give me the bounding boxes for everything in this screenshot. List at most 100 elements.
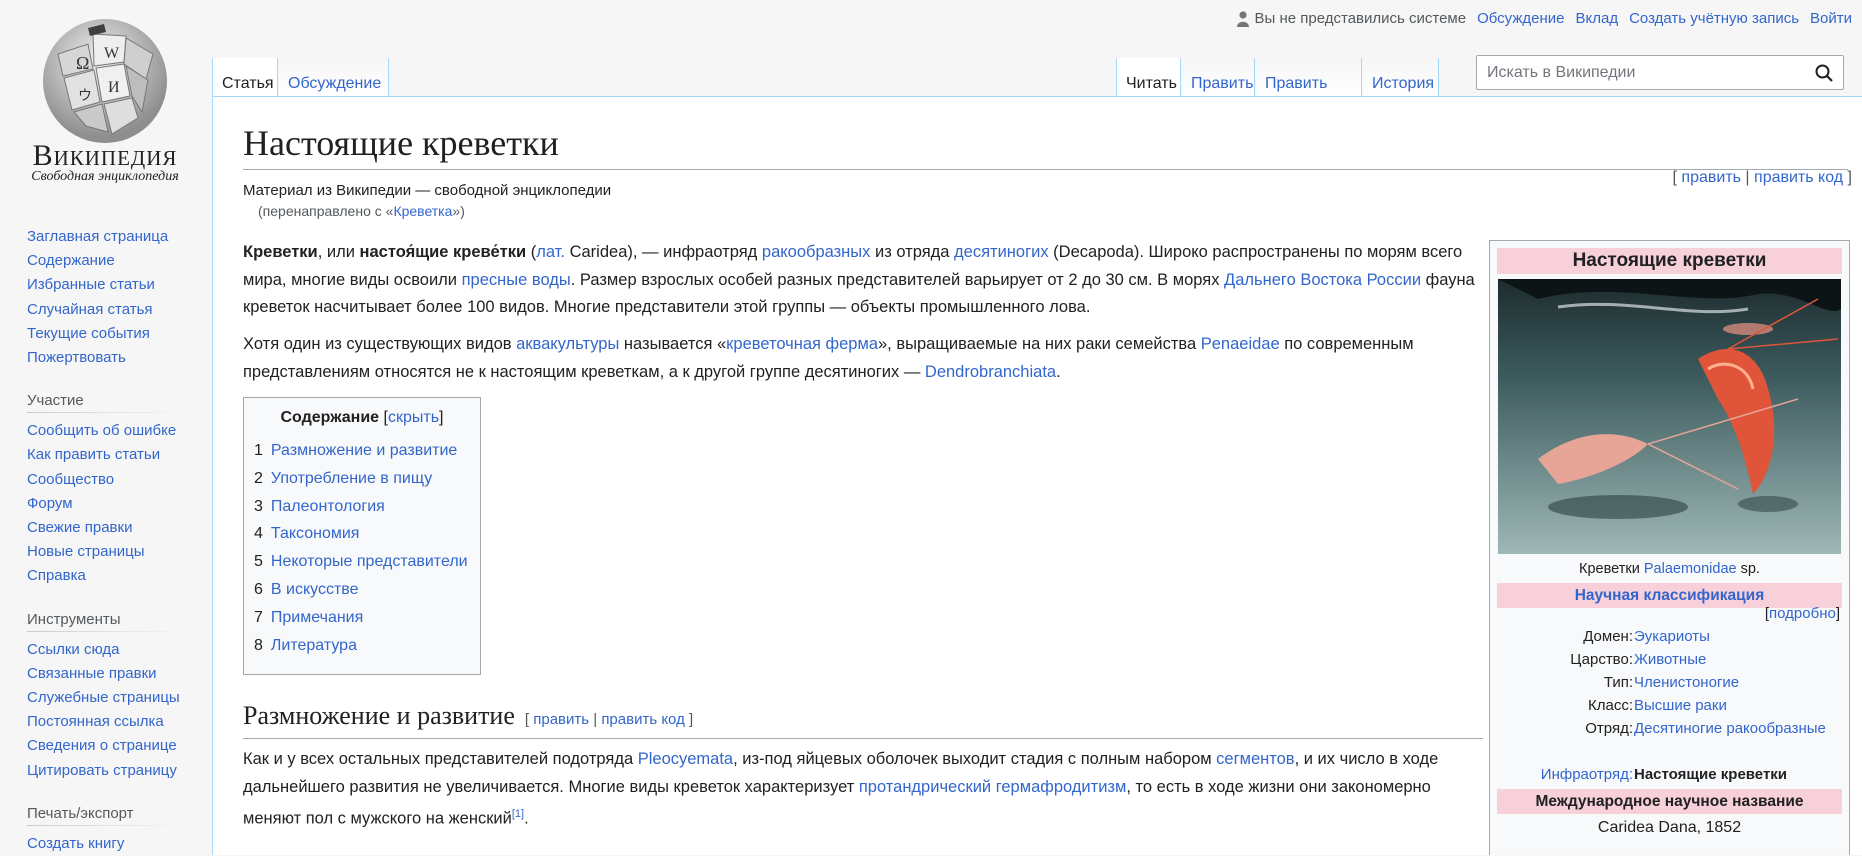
sidebar-item-new-pages[interactable]: Новые страницы [27,543,145,560]
sidebar-item-create-book[interactable]: Создать книгу [27,835,124,852]
caption-link[interactable]: Palaemonidae [1644,561,1737,577]
intl-name-header: Международное научное название [1497,789,1842,814]
logo-wordmark: Википедия [32,139,178,172]
section-edit-link[interactable]: править [533,711,589,728]
section-edit-links: [ править | править код ] [524,711,694,728]
paragraph-reproduction: Как и у всех остальных представителей по… [243,746,1483,833]
toc-item[interactable]: 7 Примечания [254,604,480,632]
edit-link[interactable]: править [1681,169,1741,186]
tab-history[interactable]: История [1363,58,1439,96]
search-icon[interactable] [1815,64,1833,82]
toc-item[interactable]: 5 Некоторые представители [254,548,480,576]
sidebar-item-what-links-here[interactable]: Ссылки сюда [27,641,120,658]
inline-link[interactable]: Дальнего Востока России [1224,271,1421,289]
taxon-label: Царство: [1570,651,1633,668]
sidebar-item-help[interactable]: Справка [27,567,86,584]
taxon-value[interactable]: Эукариоты [1634,625,1834,648]
taxon-label: Класс: [1588,697,1633,714]
tab-article[interactable]: Статья [212,58,278,96]
anon-status: Вы не представились системе [1236,10,1466,27]
toc-link[interactable]: Примечания [271,609,363,626]
wikipedia-logo[interactable]: Ω W И ウ Википедия Свободная энциклопедия [0,0,210,190]
toc-item[interactable]: 2 Употребление в пищу [254,465,480,493]
taxon-value[interactable]: Животные [1634,648,1834,671]
tab-edit-source[interactable]: Править код [1256,58,1362,144]
search-input[interactable] [1485,63,1789,83]
taxon-value[interactable]: Высшие раки [1634,694,1834,717]
toc-link[interactable]: Литература [271,637,357,654]
toc-item[interactable]: 8 Литература [254,632,480,660]
tab-read[interactable]: Читать [1116,58,1181,96]
detail-link[interactable]: подробно [1769,605,1836,622]
toc-item[interactable]: 1 Размножение и развитие [254,437,480,465]
toc-link[interactable]: Некоторые представители [271,553,468,570]
toc-number: 7 [254,608,263,626]
sidebar-item-contents[interactable]: Содержание [27,252,115,269]
toc-item[interactable]: 4 Таксономия [254,520,480,548]
toc-list: 1 Размножение и развитие 2 Употребление в … [244,437,480,659]
sidebar-item-recent-changes[interactable]: Свежие правки [27,519,132,536]
inline-link[interactable]: аквакультуры [516,335,619,353]
sidebar-item-cite[interactable]: Цитировать страницу [27,762,177,779]
sidebar-tools: Ссылки сюда Связанные правки Служебные с… [27,638,185,783]
redirect-note: (перенаправлено с «Креветка») [258,203,465,219]
sidebar-item-report-error[interactable]: Сообщить об ошибке [27,422,176,439]
taxon-value[interactable]: Десятиногие ракообразные [1634,717,1834,740]
toc-number: 6 [254,580,263,598]
text: из отряда [870,243,955,261]
inline-link[interactable]: лат. [536,243,565,261]
edit-code-link[interactable]: править код [1754,169,1843,186]
inline-link[interactable]: Penaeidae [1201,335,1280,353]
inline-link[interactable]: протандрический гермафродитизм [859,778,1127,796]
redirect-suffix: ») [452,203,465,219]
sidebar-item-donate[interactable]: Пожертвовать [27,349,126,366]
toc-link[interactable]: Палеонтология [271,498,385,515]
caption-text: Креветки [1579,561,1644,577]
redirect-link[interactable]: Креветка [393,203,452,219]
sidebar-item-permanent-link[interactable]: Постоянная ссылка [27,713,164,730]
personal-talk-link[interactable]: Обсуждение [1477,10,1564,27]
personal-contributions-link[interactable]: Вклад [1575,10,1618,27]
taxon-label[interactable]: Инфраотряд: [1541,763,1633,786]
toc-item[interactable]: 6 В искусстве [254,576,480,604]
toc-hide-link[interactable]: скрыть [388,409,439,426]
reference-link[interactable]: [1] [512,808,524,820]
inline-link[interactable]: пресные воды [462,271,571,289]
text: , из-под яйцевых оболочек выходит стадия… [733,750,1217,768]
sidebar-item-forum[interactable]: Форум [27,495,73,512]
sidebar-item-random[interactable]: Случайная статья [27,301,153,318]
sidebar-item-featured[interactable]: Избранные статьи [27,276,155,293]
toc-link[interactable]: Употребление в пищу [271,470,432,487]
toc-link[interactable]: Размножение и развитие [271,442,457,459]
login-link[interactable]: Войти [1810,10,1852,27]
classification-link[interactable]: Научная классификация [1575,587,1765,604]
create-account-link[interactable]: Создать учётную запись [1629,10,1799,27]
toc-link[interactable]: В искусстве [271,581,359,598]
toc-link[interactable]: Таксономия [271,525,360,542]
taxon-label: Тип: [1603,674,1633,691]
tab-talk[interactable]: Обсуждение [279,58,389,96]
inline-link[interactable]: Pleocyemata [638,750,733,768]
sidebar-heading-print: Печать/экспорт [27,804,185,826]
inline-link[interactable]: ракообразных [762,243,871,261]
svg-text:W: W [104,45,120,62]
sidebar-item-main-page[interactable]: Заглавная страница [27,228,168,245]
sidebar-item-related-changes[interactable]: Связанные правки [27,665,157,682]
sidebar-item-community[interactable]: Сообщество [27,471,114,488]
sidebar-item-page-info[interactable]: Сведения о странице [27,737,177,754]
inline-link[interactable]: сегментов [1216,750,1294,768]
toc-number: 4 [254,525,263,543]
inline-link[interactable]: креветочная ферма [726,335,878,353]
sidebar-item-how-to-edit[interactable]: Как править статьи [27,446,160,463]
sidebar-item-special-pages[interactable]: Служебные страницы [27,689,180,706]
inline-link[interactable]: Dendrobranchiata [925,363,1056,381]
sidebar-item-current-events[interactable]: Текущие события [27,325,150,342]
paragraph-aquaculture: Хотя один из существующих видов аквакуль… [243,331,1483,386]
search-box [1476,55,1844,90]
inline-link[interactable]: десятиногих [954,243,1049,261]
shrimp-photo[interactable] [1498,279,1841,554]
tab-edit[interactable]: Править [1182,58,1255,96]
taxon-value[interactable]: Членистоногие [1634,671,1834,694]
toc-item[interactable]: 3 Палеонтология [254,493,480,521]
section-edit-code-link[interactable]: править код [601,711,685,728]
